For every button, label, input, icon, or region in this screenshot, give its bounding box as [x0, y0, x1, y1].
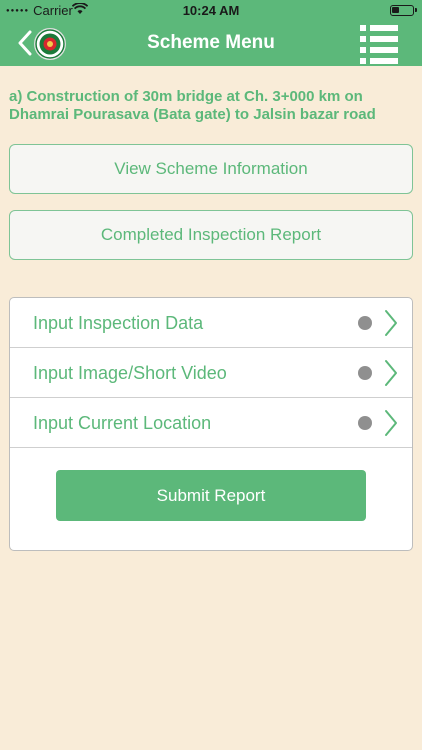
chevron-right-icon: [385, 310, 397, 336]
list-menu-icon: [360, 25, 398, 64]
submit-report-button[interactable]: Submit Report: [56, 470, 366, 521]
input-current-location-row[interactable]: Input Current Location: [10, 398, 412, 448]
view-scheme-information-button[interactable]: View Scheme Information: [9, 144, 413, 194]
chevron-right-icon: [385, 410, 397, 436]
status-dot-icon: [358, 316, 372, 330]
status-bar: ●●●●● Carrier 10:24 AM: [0, 0, 422, 20]
status-time: 10:24 AM: [182, 3, 240, 18]
input-panel: Input Inspection Data Input Image/Short …: [9, 297, 413, 551]
input-row-label: Input Current Location: [33, 413, 212, 433]
input-row-label: Input Inspection Data: [33, 313, 204, 333]
input-image-video-row[interactable]: Input Image/Short Video: [10, 348, 412, 398]
input-inspection-data-row[interactable]: Input Inspection Data: [10, 298, 412, 348]
input-row-label: Input Image/Short Video: [33, 363, 227, 383]
scheme-title: a) Construction of 30m bridge at Ch. 3+0…: [9, 88, 376, 123]
menu-button[interactable]: [358, 24, 400, 64]
navigation-bar: Scheme Menu: [0, 20, 422, 66]
chevron-right-icon: [385, 360, 397, 386]
completed-inspection-report-button[interactable]: Completed Inspection Report: [9, 210, 413, 260]
status-dot-icon: [358, 416, 372, 430]
battery-icon: [390, 5, 417, 16]
status-dot-icon: [358, 366, 372, 380]
